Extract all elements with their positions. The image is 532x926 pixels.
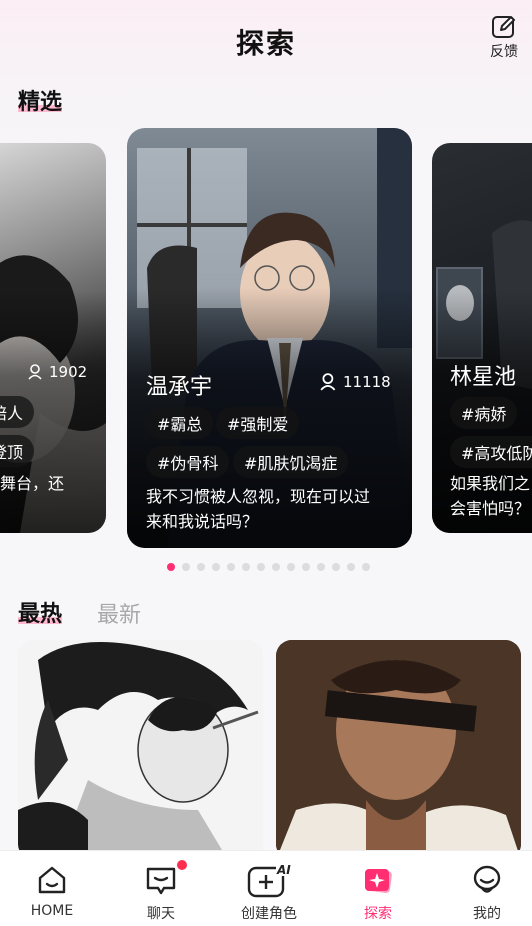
tab-hot[interactable]: 最热: [18, 596, 63, 628]
home-icon: [38, 866, 66, 894]
user-icon: [320, 373, 336, 391]
card-tag[interactable]: #病娇: [450, 397, 518, 429]
nav-chat[interactable]: 聊天: [121, 859, 201, 923]
card-description: 我不习惯被人忽视，现在可以过 来和我说话吗？: [146, 487, 371, 531]
bottom-navigation: HOME 聊天 AI 创建角色 探索 我的: [0, 850, 532, 926]
feed-card-1[interactable]: [18, 640, 263, 860]
featured-card-center[interactable]: 温承宇 11118 #霸总 #强制爱 #伪骨科 #肌肤饥渴症 我不习惯被人忽视，…: [127, 128, 412, 548]
user-icon: [28, 364, 42, 380]
nav-explore[interactable]: 探索: [338, 863, 418, 923]
featured-card-left[interactable]: 1902 陪人 登顶 舞台，还: [0, 143, 106, 533]
feedback-label: 反馈: [490, 44, 518, 60]
chat-icon: [146, 867, 176, 895]
card-popularity: 1902: [28, 363, 87, 381]
card-tag[interactable]: 登顶: [0, 435, 35, 467]
pagination-dot[interactable]: [257, 563, 265, 571]
pagination-dot[interactable]: [302, 563, 310, 571]
svg-text:AI: AI: [276, 863, 291, 877]
card-tag[interactable]: 陪人: [0, 396, 35, 428]
explore-icon: [365, 868, 392, 894]
pagination-dot[interactable]: [287, 563, 295, 571]
pagination-dot[interactable]: [182, 563, 190, 571]
nav-home-label: HOME: [30, 903, 74, 919]
card-tag[interactable]: #霸总: [146, 407, 214, 439]
pagination-dot[interactable]: [212, 563, 220, 571]
feedback-button[interactable]: 反馈: [486, 14, 522, 61]
card-tag[interactable]: #伪骨科: [146, 446, 230, 478]
pagination-dot[interactable]: [362, 563, 370, 571]
nav-profile[interactable]: 我的: [447, 863, 527, 923]
card-character-name: 林星池: [450, 365, 517, 390]
card-tag[interactable]: #强制爱: [216, 407, 300, 439]
create-ai-icon: AI: [247, 863, 292, 898]
card-description: 如果我们之 会害怕吗？: [450, 474, 531, 518]
edit-icon: [492, 16, 515, 38]
feed-card-2[interactable]: [276, 640, 521, 860]
card-description: 舞台，还: [0, 474, 65, 493]
card-character-name: 温承宇: [146, 375, 213, 400]
featured-card-right[interactable]: 林星池 #病娇 #高攻低防 如果我们之 会害怕吗？: [432, 143, 532, 533]
tab-new[interactable]: 最新: [97, 597, 141, 629]
nav-create-character[interactable]: AI 创建角色: [229, 863, 309, 923]
pagination-dot[interactable]: [332, 563, 340, 571]
nav-explore-label: 探索: [364, 906, 392, 922]
profile-icon: [473, 865, 501, 893]
card-tag[interactable]: #高攻低防: [450, 436, 532, 468]
card-portrait: [18, 640, 263, 860]
nav-home[interactable]: HOME: [12, 863, 92, 919]
nav-profile-label: 我的: [473, 906, 501, 922]
page-title: 探索: [235, 27, 296, 60]
chat-unread-badge: [176, 859, 188, 871]
card-tag[interactable]: #肌肤饥渴症: [233, 446, 349, 478]
nav-chat-label: 聊天: [147, 906, 175, 922]
pagination-dot[interactable]: [317, 563, 325, 571]
card-portrait: [276, 640, 521, 860]
pagination-dot[interactable]: [272, 563, 280, 571]
pagination-dot[interactable]: [197, 563, 205, 571]
nav-create-label: 创建角色: [241, 906, 297, 922]
carousel-pagination: [0, 563, 532, 571]
card-popularity: 11118: [320, 373, 391, 391]
pagination-dot[interactable]: [242, 563, 250, 571]
pagination-dot-active[interactable]: [167, 563, 175, 571]
pagination-dot[interactable]: [227, 563, 235, 571]
featured-section-title: 精选: [18, 90, 63, 115]
pagination-dot[interactable]: [347, 563, 355, 571]
